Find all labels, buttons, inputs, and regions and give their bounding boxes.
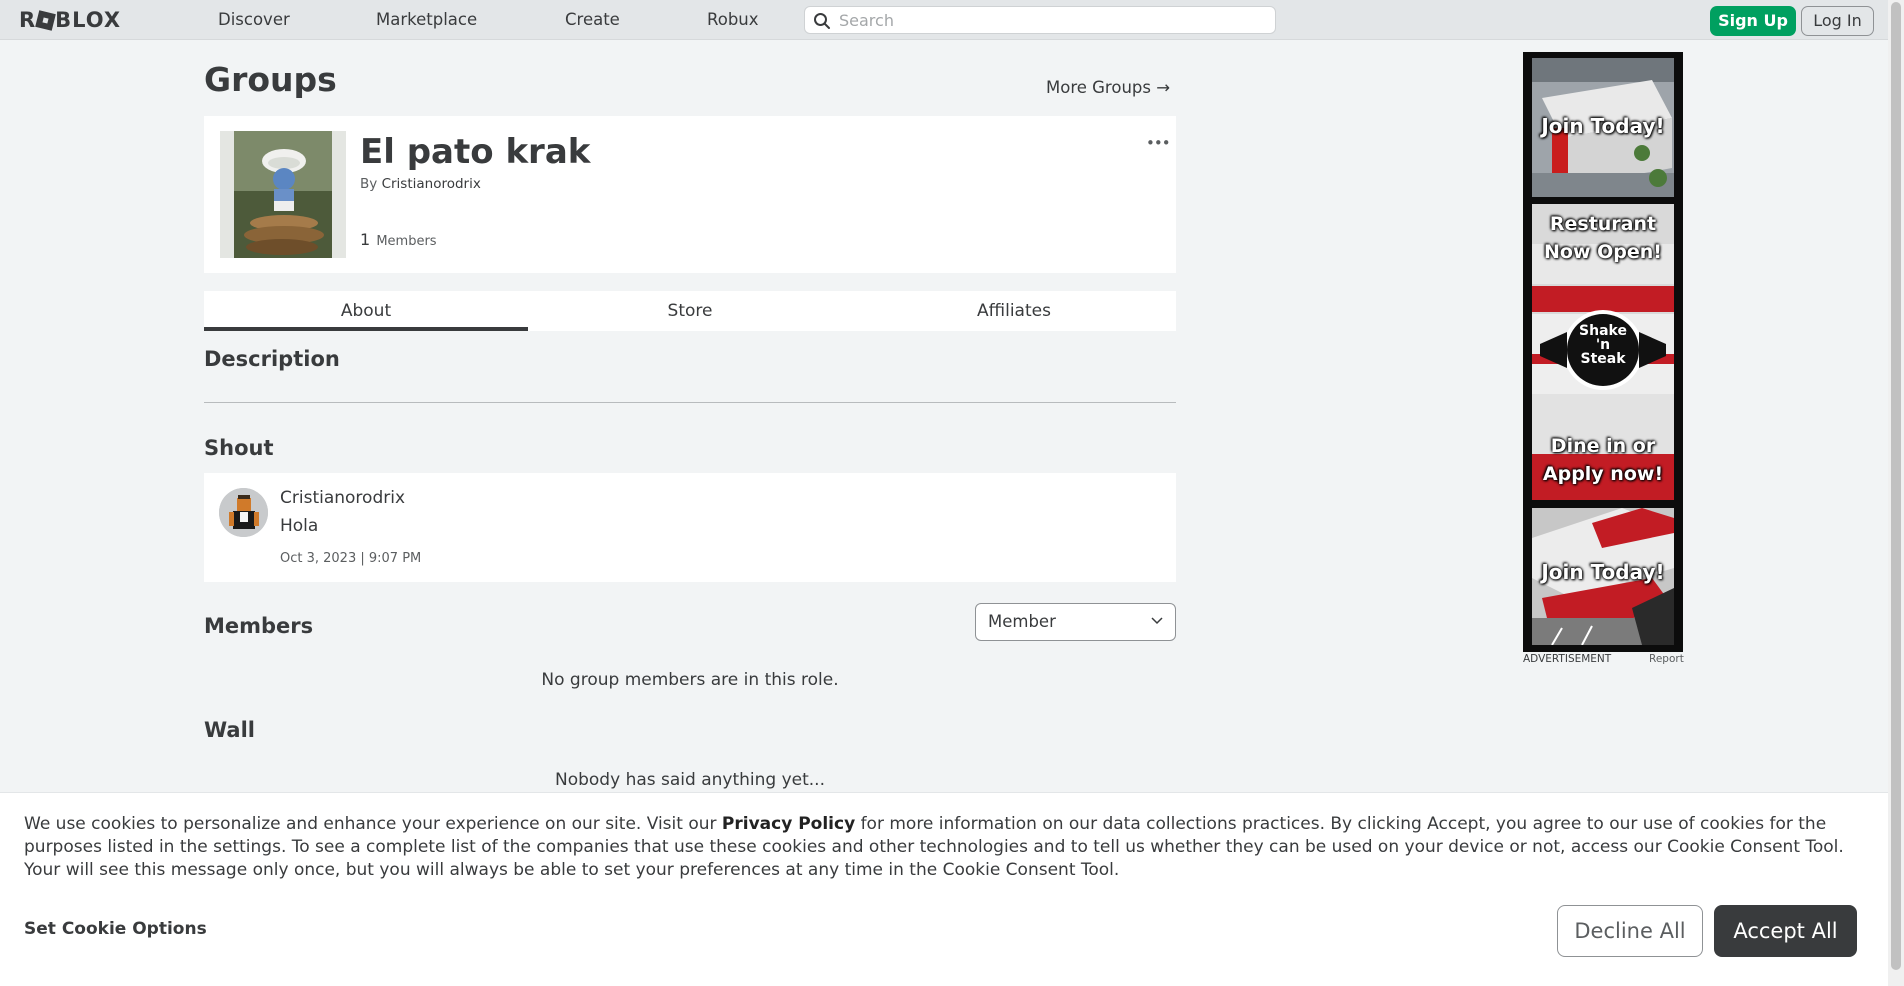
member-count-label: Members	[376, 234, 437, 249]
group-member-count: 1 Members	[360, 230, 437, 249]
nav-marketplace[interactable]: Marketplace	[376, 10, 477, 29]
ad-dine-apply: Dine in or Apply now!	[1542, 435, 1664, 485]
members-empty-message: No group members are in this role.	[541, 670, 839, 690]
group-tabs: About Store Affiliates	[204, 291, 1176, 331]
group-owner-link[interactable]: Cristianorodrix	[382, 176, 481, 192]
scrollbar-thumb[interactable]	[1891, 2, 1901, 970]
ad-join-today-1: Join Today!	[1541, 114, 1665, 138]
chevron-down-icon	[1151, 617, 1163, 625]
avatar[interactable]	[219, 488, 268, 537]
group-header-card: El pato krak By Cristianorodrix 1 Member…	[204, 116, 1176, 273]
ad-logo-line-3: Steak	[1580, 351, 1626, 367]
tab-store[interactable]: Store	[528, 291, 852, 331]
shout-heading: Shout	[204, 436, 274, 460]
cookie-consent-banner: We use cookies to personalize and enhanc…	[0, 792, 1888, 986]
nav-robux[interactable]: Robux	[707, 10, 759, 29]
wall-empty-message: Nobody has said anything yet...	[555, 770, 825, 790]
ad-shake-n-steak-logo: Shake 'n Steak	[1573, 324, 1633, 366]
group-owner-line: By Cristianorodrix	[360, 176, 481, 192]
group-name: El pato krak	[360, 132, 591, 172]
advertisement-banner[interactable]: Join Today! Resturant Now Open! Shake 'n…	[1523, 52, 1683, 652]
roblox-logo[interactable]: R BLOX	[19, 8, 121, 32]
wall-heading: Wall	[204, 718, 255, 742]
role-select-value: Member	[988, 612, 1056, 631]
members-heading: Members	[204, 614, 314, 638]
cookie-consent-text: We use cookies to personalize and enhanc…	[24, 813, 1869, 882]
group-emblem-image	[220, 131, 346, 258]
ad-report-link[interactable]: Report	[1649, 653, 1684, 665]
search-placeholder: Search	[839, 11, 894, 30]
sign-up-button[interactable]: Sign Up	[1710, 6, 1796, 36]
ad-restaurant-open: Resturant Now Open!	[1544, 213, 1662, 263]
nav-discover[interactable]: Discover	[218, 10, 290, 29]
role-select[interactable]: Member	[975, 603, 1176, 641]
description-divider	[204, 402, 1176, 403]
avatar-figure	[219, 488, 268, 537]
ad-panel-3: Join Today!	[1532, 508, 1674, 645]
ad-logo-line-2: 'n	[1595, 337, 1611, 353]
group-emblem-art	[220, 131, 346, 258]
ad-logo-line-1: Shake	[1579, 323, 1627, 339]
shout-timestamp: Oct 3, 2023 | 9:07 PM	[280, 551, 422, 566]
top-nav: R BLOX Discover Marketplace Create Robux …	[0, 0, 1888, 40]
ad-join-today-2: Join Today!	[1541, 560, 1665, 584]
shout-username[interactable]: Cristianorodrix	[280, 488, 405, 508]
shout-message: Hola	[280, 516, 319, 536]
advertisement-label: ADVERTISEMENT	[1523, 653, 1612, 665]
description-heading: Description	[204, 347, 340, 371]
more-groups-link[interactable]: More Groups →	[1046, 78, 1170, 97]
search-input[interactable]: Search	[804, 6, 1276, 34]
page-scrollbar[interactable]	[1888, 0, 1904, 986]
ad-panel-2: Resturant Now Open! Shake 'n Steak Dine …	[1532, 204, 1674, 500]
nav-create[interactable]: Create	[565, 10, 620, 29]
tab-about[interactable]: About	[204, 291, 528, 331]
log-in-button[interactable]: Log In	[1801, 6, 1874, 36]
tab-affiliates[interactable]: Affiliates	[852, 291, 1176, 331]
more-options-icon[interactable]: •••	[1146, 134, 1171, 152]
cookie-text-before: We use cookies to personalize and enhanc…	[24, 814, 722, 834]
ad-panel-1: Join Today!	[1532, 58, 1674, 197]
by-prefix: By	[360, 176, 378, 192]
accept-all-button[interactable]: Accept All	[1714, 905, 1857, 957]
member-count-value: 1	[360, 230, 371, 249]
privacy-policy-link[interactable]: Privacy Policy	[722, 814, 855, 834]
decline-all-button[interactable]: Decline All	[1557, 905, 1703, 957]
shout-card: Cristianorodrix Hola Oct 3, 2023 | 9:07 …	[204, 473, 1176, 582]
search-icon	[814, 13, 830, 29]
set-cookie-options-link[interactable]: Set Cookie Options	[24, 919, 207, 939]
page-title: Groups	[204, 60, 337, 99]
